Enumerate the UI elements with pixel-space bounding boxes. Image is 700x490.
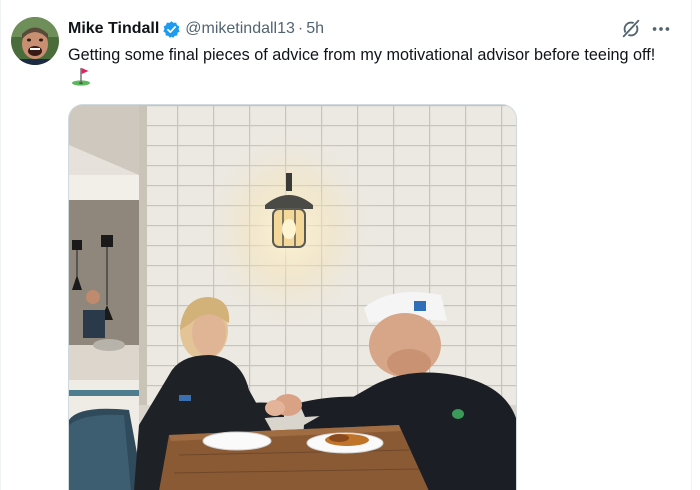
user-handle[interactable]: @miketindall13 [185, 20, 295, 38]
more-options-icon[interactable] [650, 18, 672, 40]
tweet-header: Mike Tindall @miketindall13 · 5h [68, 19, 324, 39]
avatar[interactable] [11, 17, 59, 65]
display-name[interactable]: Mike Tindall [68, 20, 159, 38]
photo-scene [69, 105, 516, 490]
golf-flag-icon [70, 66, 92, 86]
separator-dot: · [297, 20, 304, 37]
verified-badge-icon[interactable] [162, 20, 181, 39]
tweet-photo[interactable] [68, 104, 517, 490]
tweet-text: Getting some final pieces of advice from… [68, 44, 668, 88]
timeline-border-right [691, 0, 692, 490]
timestamp[interactable]: 5h [306, 20, 324, 38]
timeline-border-left [0, 0, 1, 490]
grok-icon[interactable] [620, 18, 642, 40]
tweet-text-body: Getting some final pieces of advice from… [68, 46, 656, 64]
